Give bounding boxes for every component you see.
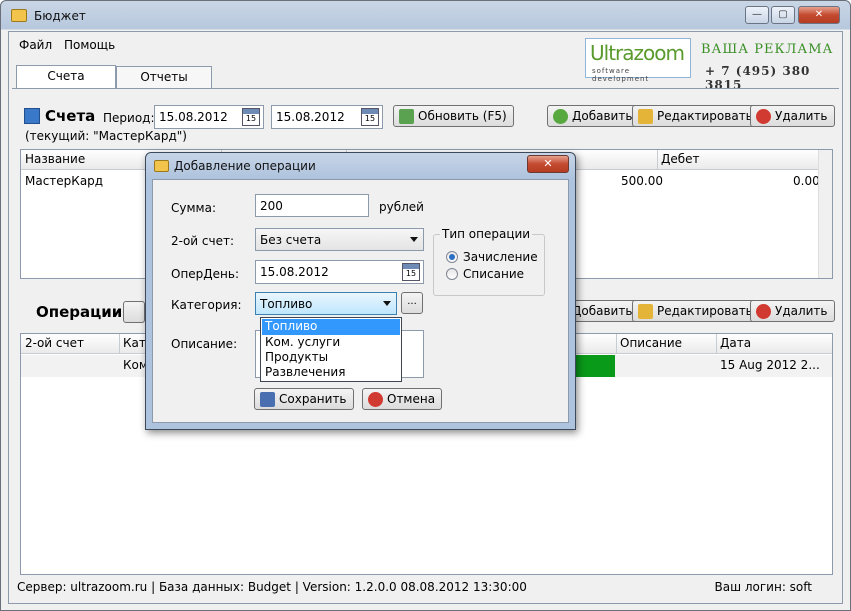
delete-operation-button[interactable]: Удалить [750, 300, 835, 322]
plus-icon [553, 109, 568, 124]
menu-file[interactable]: Файл [19, 38, 52, 52]
second-account-select[interactable]: Без счета [255, 228, 424, 251]
tab-accounts[interactable]: Счета [16, 65, 116, 89]
accounts-icon [24, 108, 40, 124]
pencil-icon [638, 304, 653, 319]
add-operation-dialog: Добавление операции ✕ Сумма: 200 рублей … [145, 152, 576, 430]
radio-expense[interactable] [446, 268, 458, 280]
dialog-title: Добавление операции [174, 159, 316, 173]
save-button[interactable]: Сохранить [254, 388, 354, 410]
chevron-down-icon [383, 301, 391, 306]
column-header[interactable]: Дата [720, 336, 751, 350]
refresh-icon [399, 109, 414, 124]
description-label: Описание: [171, 337, 238, 351]
login-status: Ваш логин: soft [714, 580, 812, 594]
dropdown-option[interactable]: Развлечения [262, 365, 400, 381]
opday-field[interactable]: 15.08.2012 15 [255, 260, 424, 284]
edit-account-button[interactable]: Редактировать [632, 105, 760, 127]
folder-icon [154, 160, 169, 172]
folder-icon [11, 9, 27, 22]
sum-label: Сумма: [171, 201, 216, 215]
calendar-icon[interactable]: 15 [242, 108, 260, 126]
ad-title: ВАША РЕКЛАМА [701, 42, 834, 57]
title-bar: Бюджет — ▢ ✕ [1, 1, 850, 31]
period-to-field[interactable]: 15.08.2012 15 [271, 105, 383, 129]
browse-button[interactable]: ... [401, 292, 423, 314]
save-icon [260, 392, 275, 407]
radio-income[interactable] [446, 251, 458, 263]
column-header[interactable]: Дебет [661, 152, 700, 166]
ad-banner[interactable]: Ultrazoom software development ВАША РЕКЛ… [583, 36, 838, 92]
category-dropdown-list[interactable]: Топливо Ком. услуги Продукты Развлечения [260, 317, 402, 382]
amount-bar [571, 355, 615, 377]
export-icon[interactable] [123, 301, 145, 323]
sum-field[interactable]: 200 [255, 194, 369, 217]
calendar-icon[interactable]: 15 [402, 263, 420, 281]
delete-icon [756, 304, 771, 319]
refresh-button[interactable]: Обновить (F5) [393, 105, 514, 127]
op-type-title: Тип операции [440, 227, 533, 241]
accounts-scrollbar[interactable] [818, 150, 832, 278]
add-account-button[interactable]: Добавить [547, 105, 640, 127]
pencil-icon [638, 109, 653, 124]
calendar-icon[interactable]: 15 [361, 108, 379, 126]
period-from-field[interactable]: 15.08.2012 15 [154, 105, 264, 129]
radio-expense-label[interactable]: Списание [463, 267, 524, 281]
op-type-group: Тип операции Зачисление Списание [433, 227, 545, 296]
opday-label: ОперДень: [171, 267, 240, 281]
window-title: Бюджет [34, 9, 86, 23]
current-account: (текущий: "МастерКард") [25, 129, 187, 143]
dropdown-option[interactable]: Топливо [262, 319, 400, 335]
cancel-button[interactable]: Отмена [362, 388, 443, 410]
close-button[interactable]: ✕ [798, 6, 840, 24]
category-select[interactable]: Топливо [255, 292, 397, 315]
ultrazoom-logo: Ultrazoom software development [585, 38, 691, 83]
edit-operation-button[interactable]: Редактировать [632, 300, 760, 322]
dialog-close-button[interactable]: ✕ [527, 155, 569, 173]
menu-help[interactable]: Помощь [64, 38, 115, 52]
accounts-title: Счета [45, 107, 96, 125]
period-label: Период: [103, 111, 155, 125]
currency-label: рублей [379, 200, 424, 214]
second-account-label: 2-ой счет: [171, 234, 235, 248]
maximize-button[interactable]: ▢ [771, 6, 795, 24]
delete-account-button[interactable]: Удалить [750, 105, 835, 127]
status-bar: Сервер: ultrazoom.ru | База данных: Budg… [17, 580, 527, 594]
radio-income-label[interactable]: Зачисление [463, 250, 538, 264]
delete-icon [756, 109, 771, 124]
tab-reports[interactable]: Отчеты [116, 66, 212, 88]
dialog-body: Сумма: 200 рублей 2-ой счет: Без счета О… [152, 179, 569, 423]
operations-title: Операции [36, 303, 123, 321]
dropdown-option[interactable]: Ком. услуги [262, 335, 400, 351]
column-header[interactable]: 2-ой счет [25, 336, 84, 350]
dropdown-option[interactable]: Продукты [262, 350, 400, 366]
chevron-down-icon [410, 237, 418, 242]
minimize-button[interactable]: — [745, 6, 769, 24]
column-header[interactable]: Название [25, 152, 85, 166]
column-header[interactable]: Описание [620, 336, 682, 350]
category-label: Категория: [171, 298, 242, 312]
cancel-icon [368, 392, 383, 407]
